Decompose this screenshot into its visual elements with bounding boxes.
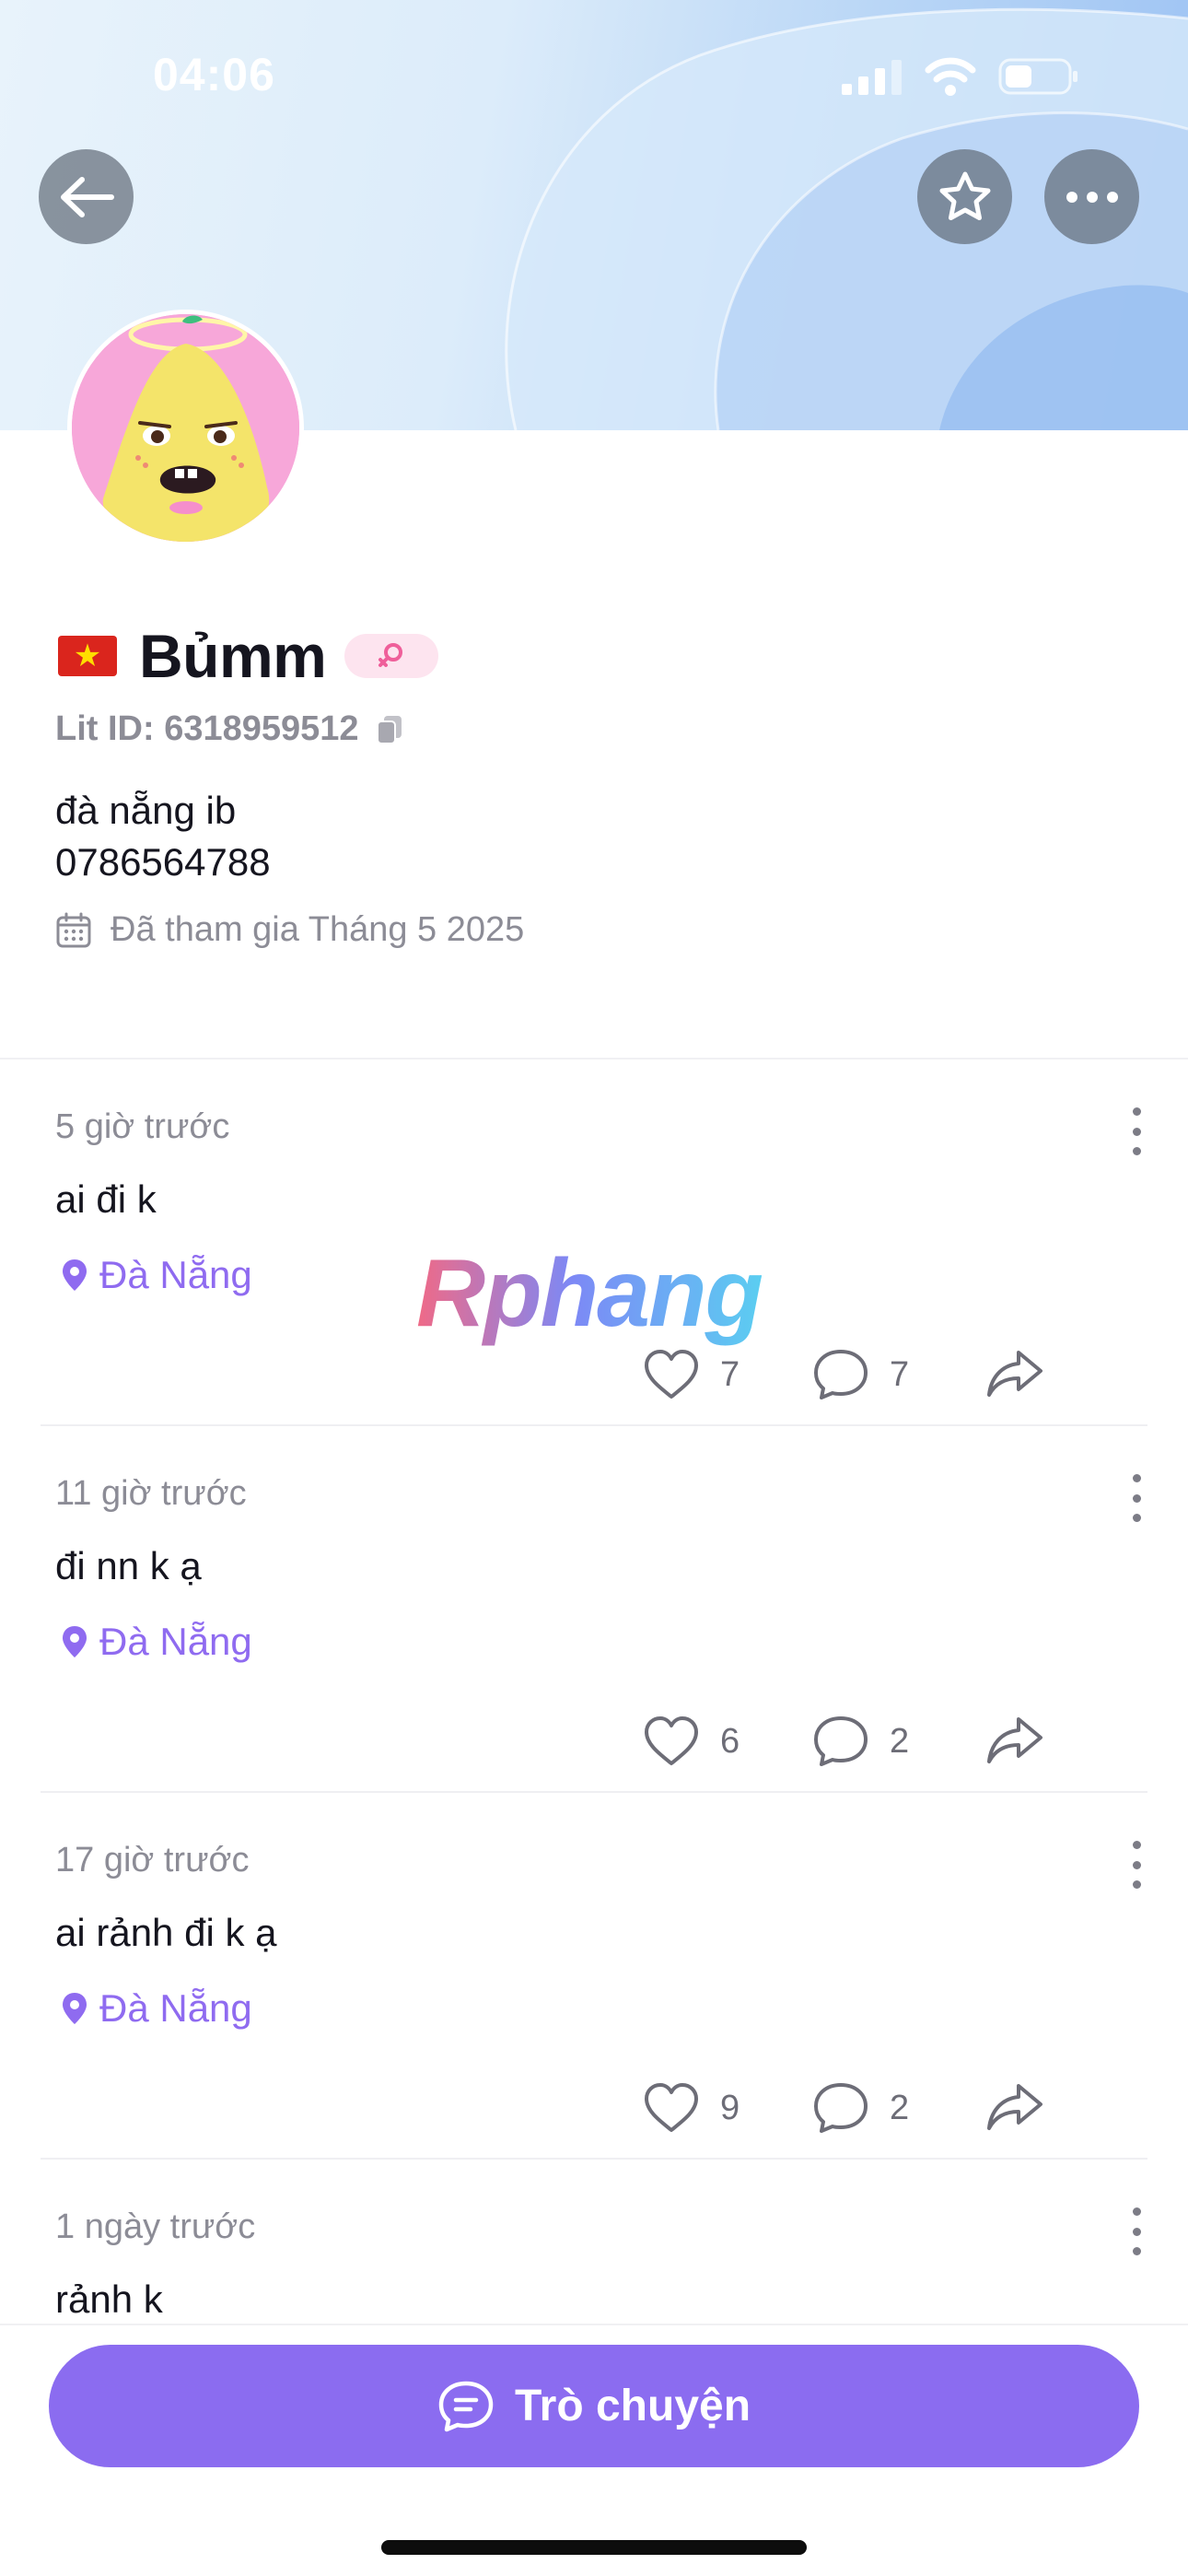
post-location-text: Đà Nẵng — [99, 1986, 252, 2030]
like-button[interactable]: 9 — [643, 2071, 740, 2145]
home-indicator[interactable] — [381, 2540, 807, 2555]
profile-name-row: ★ Bủmm — [58, 619, 439, 693]
like-button[interactable]: 7 — [643, 1338, 740, 1411]
gender-badge — [344, 634, 439, 678]
more-options-button[interactable] — [1044, 149, 1139, 244]
post-text: đi nn k ạ — [55, 1544, 202, 1587]
star-icon — [939, 171, 990, 220]
status-icons — [842, 57, 1079, 96]
copy-icon[interactable] — [376, 714, 403, 745]
share-icon — [987, 1717, 1042, 1763]
lit-id-text: Lit ID: 6318959512 — [55, 709, 359, 748]
post-time: 1 ngày trước — [55, 2207, 256, 2246]
joined-date: Đã tham gia Tháng 5 2025 — [55, 910, 524, 950]
share-button[interactable] — [985, 1338, 1044, 1411]
post-location[interactable]: Đà Nẵng — [61, 1986, 252, 2031]
like-count: 6 — [720, 1721, 740, 1761]
female-icon — [379, 643, 403, 667]
post-location-text: Đà Nẵng — [99, 1620, 252, 1663]
comment-count: 7 — [890, 1354, 910, 1394]
post-location-text: Đà Nẵng — [99, 1253, 252, 1296]
comment-button[interactable]: 7 — [812, 1338, 909, 1411]
post-more-button[interactable] — [1127, 1107, 1146, 1155]
post-text: rảnh k — [55, 2277, 163, 2321]
post-time: 17 giờ trước — [55, 1841, 250, 1879]
chat-bubble-icon — [438, 2381, 494, 2431]
post-more-button[interactable] — [1127, 1474, 1146, 1522]
location-pin-icon — [61, 1991, 88, 2026]
calendar-icon — [55, 912, 92, 949]
share-button[interactable] — [985, 2071, 1044, 2145]
share-button[interactable] — [985, 1704, 1044, 1778]
post-item[interactable]: 11 giờ trước đi nn k ạ Đà Nẵng 6 2 — [0, 1426, 1188, 1793]
cellular-signal-icon — [842, 60, 902, 95]
watermark-text: Rphang — [416, 1240, 763, 1347]
post-more-button[interactable] — [1127, 2207, 1146, 2255]
avatar-pear-character-image — [72, 314, 299, 542]
comment-button[interactable]: 2 — [812, 2071, 909, 2145]
post-item[interactable]: 17 giờ trước ai rảnh đi k ạ Đà Nẵng 9 2 — [0, 1793, 1188, 2160]
comment-icon — [814, 2083, 868, 2133]
like-button[interactable]: 6 — [643, 1704, 740, 1778]
post-time: 11 giờ trước — [55, 1474, 247, 1513]
comment-icon — [814, 1716, 868, 1766]
heart-icon — [645, 1350, 698, 1399]
post-time: 5 giờ trước — [55, 1107, 230, 1146]
wifi-icon — [925, 57, 976, 96]
battery-icon — [998, 58, 1077, 95]
arrow-left-icon — [60, 176, 114, 217]
lit-id: Lit ID: 6318959512 — [55, 709, 403, 749]
post-location[interactable]: Đà Nẵng — [61, 1253, 252, 1297]
comment-count: 2 — [890, 2088, 910, 2127]
like-count: 9 — [720, 2088, 740, 2127]
share-icon — [987, 2084, 1042, 2130]
like-count: 7 — [720, 1354, 740, 1394]
share-icon — [987, 1351, 1042, 1397]
avatar[interactable] — [67, 310, 304, 546]
chat-button[interactable]: Trò chuyện — [49, 2345, 1139, 2467]
vietnam-flag-icon: ★ — [58, 636, 117, 676]
status-time: 04:06 — [153, 49, 275, 100]
comment-button[interactable]: 2 — [812, 1704, 909, 1778]
post-text: ai đi k — [55, 1177, 157, 1221]
profile-bio: đà nẵng ib 0786564788 — [55, 789, 271, 884]
post-text: ai rảnh đi k ạ — [55, 1911, 277, 1954]
post-more-button[interactable] — [1127, 1841, 1146, 1889]
location-pin-icon — [61, 1258, 88, 1293]
more-dots-icon — [1066, 191, 1118, 203]
heart-icon — [645, 1716, 698, 1765]
comment-count: 2 — [890, 1721, 910, 1761]
chat-button-label: Trò chuyện — [514, 2382, 751, 2430]
post-actions: 9 2 — [0, 2071, 1188, 2145]
back-button[interactable] — [39, 149, 134, 244]
favorite-button[interactable] — [917, 149, 1012, 244]
post-actions: 6 2 — [0, 1704, 1188, 1778]
comment-icon — [814, 1350, 868, 1399]
post-location[interactable]: Đà Nẵng — [61, 1620, 252, 1664]
joined-text: Đã tham gia Tháng 5 2025 — [111, 910, 525, 949]
location-pin-icon — [61, 1624, 88, 1659]
post-actions: 7 7 — [0, 1338, 1188, 1411]
heart-icon — [645, 2083, 698, 2132]
profile-name: Bủmm — [139, 622, 327, 690]
